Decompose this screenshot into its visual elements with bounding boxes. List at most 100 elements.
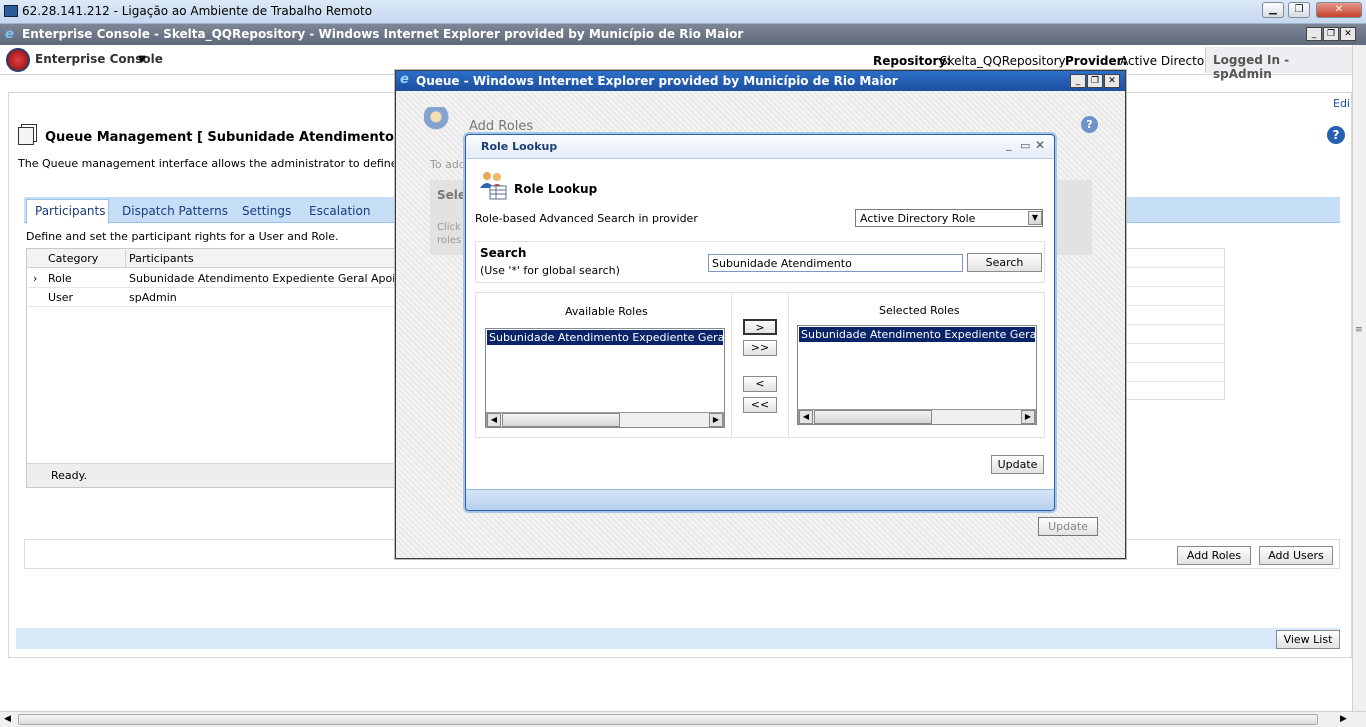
available-hscrollbar[interactable]: ◀ ▶ [486,412,724,427]
logged-in-text: Logged In - spAdmin [1213,53,1290,81]
provider-value: Active Directory [1120,54,1217,68]
available-roles-list[interactable]: Subunidade Atendimento Expediente Geral … [485,328,725,428]
row-selector-icon: › [33,272,38,285]
row-category: User [48,291,74,304]
queue-restore-button[interactable]: ❐ [1087,74,1103,88]
add-users-button[interactable]: Add Users [1259,546,1333,565]
tab-description: Define and set the participant rights fo… [26,230,339,243]
list-item-label: Subunidade Atendimento Expediente Geral … [489,331,725,344]
selected-roles-list[interactable]: Subunidade Atendimento Expediente Geral … [797,325,1037,425]
queue-close-button[interactable]: ✕ [1104,74,1120,88]
rdp-close-button[interactable]: ✕ [1316,2,1362,18]
footer-bar [16,628,1340,649]
queue-roles-text: roles [437,235,462,246]
logged-in-box[interactable]: Logged In - spAdmin [1205,47,1352,81]
scroll-left-icon[interactable]: ◀ [799,410,813,424]
search-label: Search [480,246,527,260]
scroll-grip-icon: ≡ [1355,325,1363,335]
move-one-left-button[interactable]: < [743,376,777,392]
queue-click-text: Click [437,222,461,233]
add-roles-button[interactable]: Add Roles [1177,546,1251,565]
help-icon[interactable]: ? [1327,126,1345,144]
scroll-thumb[interactable] [814,410,932,424]
search-hint: (Use '*' for global search) [480,264,620,277]
row-category: Role [48,272,72,285]
table-row[interactable]: › Role Subunidade Atendimento Expediente… [28,269,413,288]
grid-status-bar: Ready. [27,463,395,487]
page-vertical-scrollbar[interactable]: ≡ [1352,45,1366,711]
ie-title: Enterprise Console - Skelta_QQRepository… [22,27,744,41]
rdp-title: 62.28.141.212 - Ligação ao Ambiente de T… [22,4,373,18]
rdp-icon [4,5,18,17]
dialog-minimize-icon[interactable]: _ [1006,138,1012,151]
scroll-right-arrow-icon[interactable]: ▶ [1340,714,1347,724]
available-roles-header: Available Roles [565,305,648,318]
grid-right-area [1124,248,1225,400]
role-lookup-update-button[interactable]: Update [991,455,1044,474]
ie-close-button[interactable]: ✕ [1340,27,1356,41]
app-logo-icon [6,48,30,72]
role-lookup-users-icon [478,170,508,200]
app-menu-chevron-icon[interactable]: ▼ [138,54,146,65]
provider-label: Provider: [1065,54,1128,68]
queue-title: Queue - Windows Internet Explorer provid… [416,74,898,88]
queue-icon [18,127,34,145]
status-text: Ready. [51,469,88,482]
provider-search-label: Role-based Advanced Search in provider [475,212,698,225]
role-lookup-titlebar: Role Lookup _ ▭ ✕ [466,135,1054,159]
queue-help-icon[interactable]: ? [1081,116,1098,133]
scroll-right-icon[interactable]: ▶ [709,413,723,427]
move-one-right-button[interactable]: > [743,319,777,335]
move-all-right-button[interactable]: >> [743,340,777,356]
scroll-left-arrow-icon[interactable]: ◀ [4,714,11,724]
scroll-right-icon[interactable]: ▶ [1021,410,1035,424]
tab-participants-label: Participants [35,204,106,218]
role-lookup-window-title: Role Lookup [481,140,558,153]
search-input[interactable]: Subunidade Atendimento [708,254,963,272]
grid-header-category[interactable]: Category [48,252,98,265]
list-item[interactable]: Subunidade Atendimento Expediente Geral … [487,330,725,345]
selected-roles-header: Selected Roles [879,304,960,317]
table-row[interactable]: User spAdmin [28,288,394,307]
row-participant: Subunidade Atendimento Expediente Geral … [129,272,414,285]
ie-minimize-button[interactable]: _ [1306,27,1322,41]
queue-minimize-button[interactable]: _ [1070,74,1086,88]
search-button[interactable]: Search [967,253,1042,272]
row-participant: spAdmin [129,291,177,304]
queue-hint: To add [430,158,466,171]
queue-update-button[interactable]: Update [1038,517,1098,536]
scroll-thumb[interactable] [502,413,620,427]
scroll-thumb[interactable] [18,714,1318,725]
rdp-minimize-button[interactable]: ▁ [1262,2,1284,18]
list-item-label: Subunidade Atendimento Expediente Geral … [801,328,1037,341]
grid-header-divider [125,250,126,267]
page-horizontal-scrollbar[interactable]: ◀ ▶ [0,711,1366,727]
queue-ie-icon: e [400,72,409,87]
queue-titlebar: e Queue - Windows Internet Explorer prov… [396,71,1125,91]
rdp-titlebar: 62.28.141.212 - Ligação ao Ambiente de T… [0,0,1366,24]
list-item[interactable]: Subunidade Atendimento Expediente Geral … [799,327,1037,342]
queue-right-panel [1054,180,1092,255]
ie-restore-button[interactable]: ❐ [1323,27,1339,41]
provider-select-value: Active Directory Role [860,212,976,225]
tab-dispatch-patterns[interactable]: Dispatch Patterns [122,199,228,223]
dialog-maximize-icon[interactable]: ▭ [1020,139,1030,152]
dialog-close-icon[interactable]: ✕ [1035,138,1045,152]
tab-settings[interactable]: Settings [242,199,291,223]
queue-heading: Add Roles [469,119,534,134]
selected-hscrollbar[interactable]: ◀ ▶ [798,409,1036,424]
move-all-left-button[interactable]: << [743,397,777,413]
ie-icon: e [5,27,14,42]
select-chevron-down-icon[interactable]: ▼ [1028,211,1042,225]
edit-link[interactable]: Edi [1333,97,1350,110]
grid-header-participants[interactable]: Participants [129,252,194,265]
repository-value: Skelta_QQRepository [940,54,1066,68]
scroll-left-icon[interactable]: ◀ [487,413,501,427]
view-list-button[interactable]: View List [1276,630,1340,649]
provider-select[interactable]: Active Directory Role ▼ [855,209,1043,227]
rdp-restore-button[interactable]: ❐ [1288,2,1310,18]
role-lookup-heading: Role Lookup [514,182,598,196]
ie-titlebar: e Enterprise Console - Skelta_QQReposito… [0,24,1366,45]
role-lookup-footer [466,489,1054,510]
tab-escalation[interactable]: Escalation [309,199,370,223]
